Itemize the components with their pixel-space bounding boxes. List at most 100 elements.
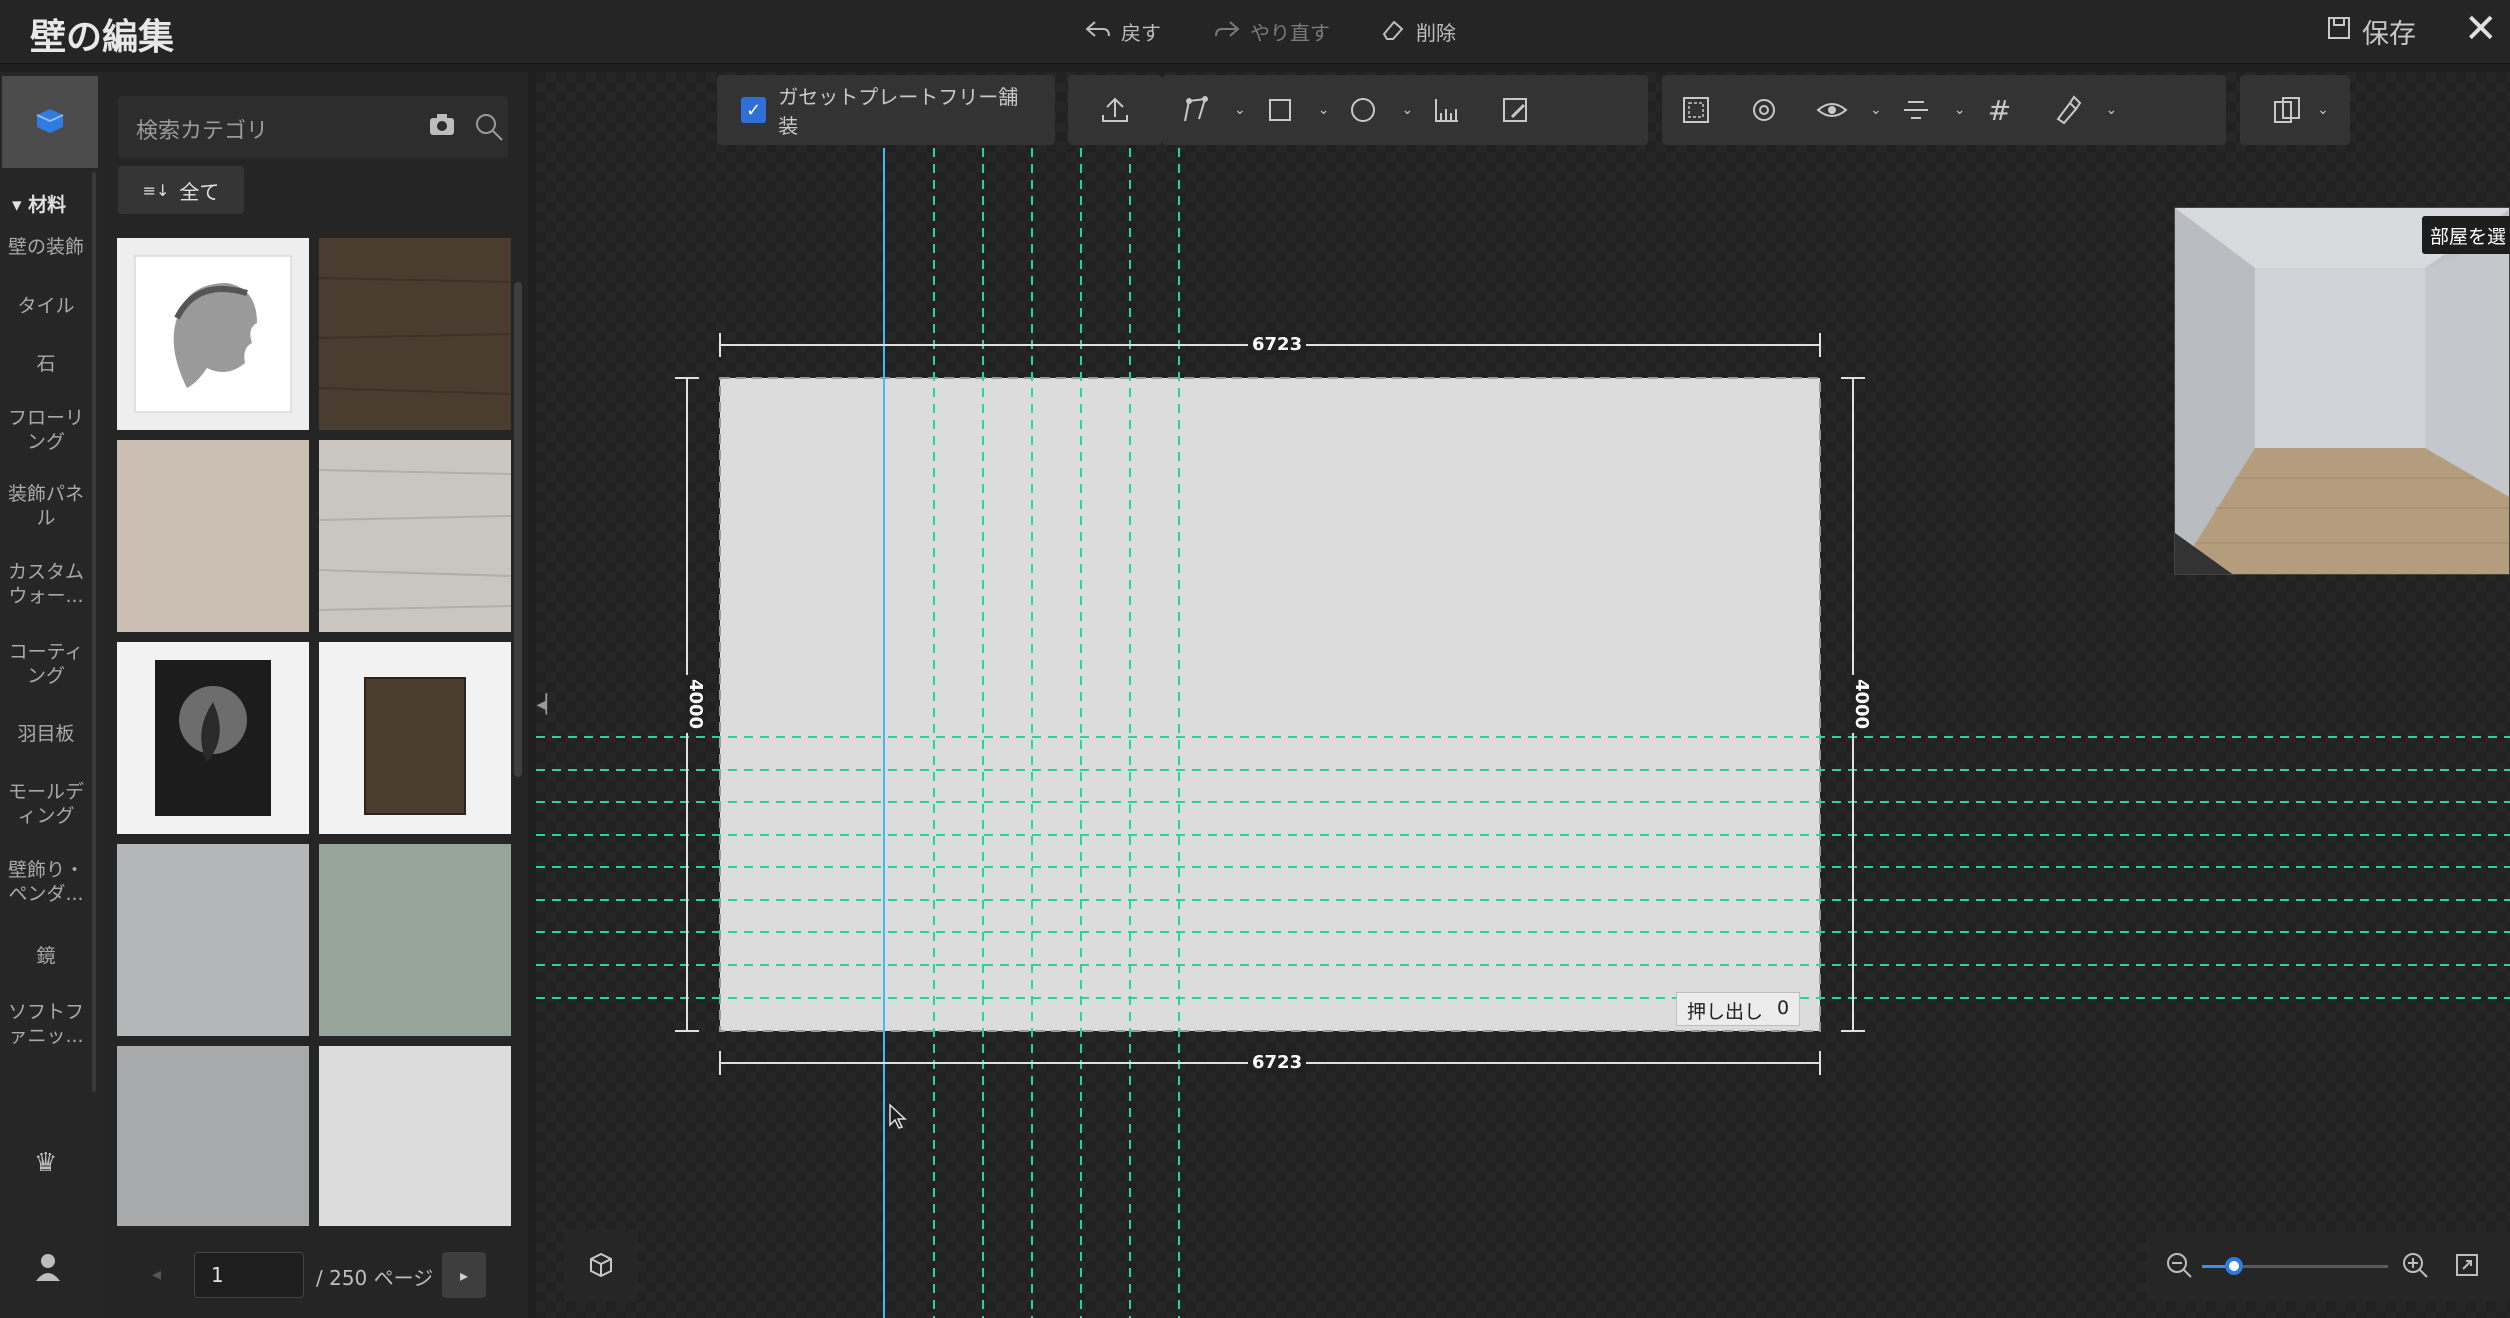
chevron-down-icon[interactable]: ⌄ <box>1954 102 1966 118</box>
category-item[interactable]: 装飾パネル <box>2 482 90 530</box>
category-item-label: ング <box>26 665 65 687</box>
target-icon[interactable] <box>1740 86 1788 134</box>
material-thumbnail-framed-leaf-art[interactable] <box>117 642 309 834</box>
polyline-tool-icon[interactable] <box>1172 86 1220 134</box>
zoom-slider[interactable] <box>2202 1257 2388 1275</box>
caret-down-icon: ▾ <box>12 194 22 216</box>
height-dimension-right[interactable]: 4000 <box>1851 674 1872 734</box>
category-item-label: ル <box>36 507 56 529</box>
upload-icon[interactable] <box>1091 86 1139 134</box>
chevron-down-icon[interactable]: ⌄ <box>2105 102 2117 118</box>
page-title: 壁の編集 <box>30 17 175 58</box>
category-item[interactable]: 石 <box>2 352 90 376</box>
rail-scrollbar[interactable] <box>92 172 96 1092</box>
circle-tool-icon[interactable] <box>1339 86 1387 134</box>
undo-icon <box>1083 14 1113 49</box>
material-thumbnail-whitewash-wood[interactable] <box>318 440 512 632</box>
edit-tool-icon[interactable] <box>1491 86 1539 134</box>
room-3d-preview[interactable] <box>2174 207 2510 575</box>
title-bar: 壁の編集 戻す やり直す 削除 保存 ✕ <box>0 0 2510 64</box>
material-thumbnail-portrait-sketch[interactable] <box>117 238 309 430</box>
save-button[interactable]: 保存 <box>2326 12 2416 51</box>
material-thumbnail-sage-green[interactable] <box>319 844 511 1036</box>
eraser-icon <box>1378 14 1408 49</box>
user-icon[interactable] <box>34 1252 62 1289</box>
category-item-label: 壁の装飾 <box>7 236 84 258</box>
material-thumbnail-framed-brown-panel[interactable] <box>319 642 511 834</box>
fit-frame-icon[interactable] <box>1672 86 1720 134</box>
gusset-checkbox[interactable]: ✓ <box>741 97 767 123</box>
cube-icon <box>586 1249 616 1283</box>
paint-brush-icon[interactable] <box>2043 86 2091 134</box>
material-thumbnail-grey-concrete[interactable] <box>117 844 309 1036</box>
chevron-down-icon[interactable]: ⌄ <box>1870 102 1882 118</box>
chevron-down-icon[interactable]: ⌄ <box>2317 102 2329 118</box>
category-item[interactable]: タイル <box>2 294 90 318</box>
category-item[interactable]: モールデ ィング <box>2 780 90 828</box>
camera-icon[interactable] <box>428 112 456 142</box>
category-item[interactable]: フローリ ング <box>2 406 90 454</box>
filter-all-button[interactable]: ≡↓ 全て <box>118 166 244 214</box>
chevron-down-icon[interactable]: ⌄ <box>1234 102 1246 118</box>
category-item-label: ング <box>26 431 65 453</box>
material-thumbnail-beige-plaster[interactable] <box>117 440 309 632</box>
search-box[interactable]: 検索カテゴリ <box>118 96 508 158</box>
rectangle-tool-icon[interactable] <box>1256 86 1304 134</box>
filter-label: 全て <box>179 179 220 204</box>
material-thumbnail-light-grey[interactable] <box>319 1046 511 1226</box>
page-number-input[interactable]: 1 <box>194 1252 304 1298</box>
category-item-label: ペンダ... <box>8 883 84 905</box>
measure-tool-icon[interactable] <box>1423 86 1471 134</box>
category-item[interactable]: 壁の装飾 <box>2 235 90 259</box>
zoom-in-icon[interactable] <box>2400 1250 2430 1284</box>
close-icon[interactable]: ✕ <box>2464 6 2498 52</box>
category-item[interactable]: 羽目板 <box>2 722 90 746</box>
upload-group <box>1068 75 1162 145</box>
next-page-button[interactable]: ▸ <box>442 1252 486 1298</box>
grid-icon[interactable]: # <box>1975 86 2023 134</box>
panel-scrollbar[interactable] <box>514 282 522 777</box>
category-header[interactable]: ▾ 材料 <box>12 190 66 217</box>
crown-icon[interactable]: ♛ <box>34 1148 57 1178</box>
height-dimension-left[interactable]: 4000 <box>685 674 706 734</box>
category-item-label: フローリ <box>7 407 84 429</box>
category-item[interactable]: 鏡 <box>2 944 90 968</box>
gusset-toggle[interactable]: ✓ ガセットプレートフリー舗装 <box>717 75 1055 145</box>
extrude-value[interactable]: 0 <box>1777 997 1789 1021</box>
3d-view-button[interactable] <box>564 1230 638 1302</box>
undo-label: 戻す <box>1121 21 1161 45</box>
delete-label: 削除 <box>1416 21 1456 45</box>
redo-button[interactable]: やり直す <box>1212 14 1330 49</box>
materials-tab[interactable] <box>2 76 98 168</box>
zoom-slider-handle[interactable] <box>2224 1257 2243 1275</box>
fit-screen-icon[interactable] <box>2454 1252 2480 1282</box>
align-icon[interactable] <box>1892 86 1940 134</box>
copy-icon[interactable] <box>2263 86 2311 134</box>
category-item[interactable]: ソフトフ ァニッ... <box>2 1000 90 1048</box>
width-dimension-top[interactable]: 6723 <box>1248 335 1307 355</box>
delete-button[interactable]: 削除 <box>1378 14 1456 49</box>
search-icon[interactable] <box>474 112 504 146</box>
undo-button[interactable]: 戻す <box>1083 14 1161 49</box>
draw-tools-group: ⌄ ⌄ ⌄ <box>1162 75 1648 145</box>
save-label: 保存 <box>2362 19 2416 50</box>
extrude-field[interactable]: 押し出し 0 <box>1676 992 1801 1026</box>
room-select-button[interactable]: 部屋を選 <box>2422 216 2510 254</box>
search-input[interactable]: 検索カテゴリ <box>136 113 268 145</box>
category-item-label: 石 <box>36 353 56 375</box>
category-item-label: モールデ <box>7 781 84 803</box>
zoom-out-icon[interactable] <box>2164 1250 2194 1284</box>
cube-icon <box>33 105 67 139</box>
category-item[interactable]: コーティ ング <box>2 640 90 688</box>
eye-icon[interactable] <box>1808 86 1856 134</box>
collapse-panel-icon[interactable]: ◂▏ <box>536 682 560 726</box>
width-dimension-bottom[interactable]: 6723 <box>1248 1053 1307 1073</box>
zoom-control <box>2146 1232 2510 1302</box>
category-item[interactable]: カスタム ウォー... <box>2 560 90 608</box>
chevron-down-icon[interactable]: ⌄ <box>1318 102 1330 118</box>
material-thumbnail-dark-wood[interactable] <box>318 238 512 430</box>
chevron-down-icon[interactable]: ⌄ <box>1401 102 1413 118</box>
category-item[interactable]: 壁飾り・ ペンダ... <box>2 858 90 906</box>
prev-page-icon[interactable]: ◂ <box>152 1264 161 1285</box>
material-thumbnail-mid-grey[interactable] <box>117 1046 309 1226</box>
